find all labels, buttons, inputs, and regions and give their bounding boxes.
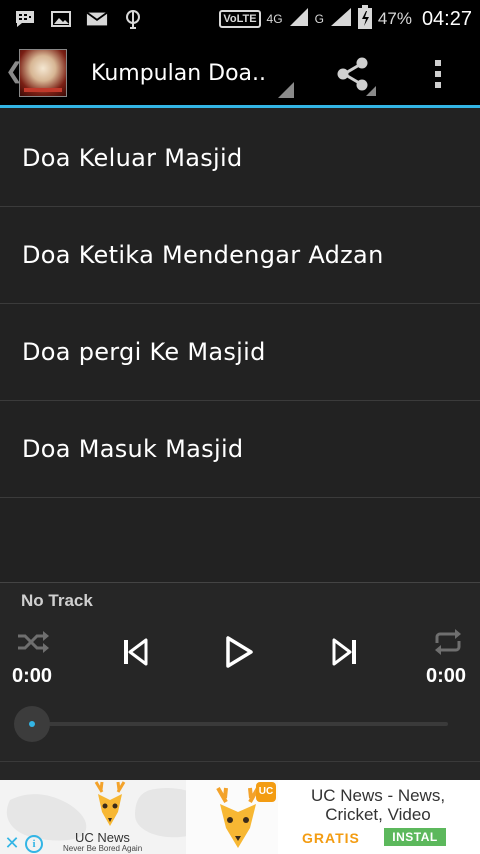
status-bar: VoLTE 4G G 47% 04:27 bbox=[0, 0, 480, 38]
gallery-icon bbox=[50, 9, 72, 29]
track-name: No Track bbox=[21, 591, 93, 610]
play-button[interactable] bbox=[218, 631, 260, 673]
bbm-icon bbox=[14, 9, 36, 29]
next-icon bbox=[332, 638, 356, 666]
uc-badge-icon: UC bbox=[256, 782, 276, 802]
battery-percent: 47% bbox=[377, 9, 412, 28]
previous-icon bbox=[124, 638, 148, 666]
play-icon bbox=[226, 636, 253, 668]
network-type-4g: 4G bbox=[266, 12, 283, 26]
list-item-label: Doa Keluar Masjid bbox=[22, 144, 243, 172]
share-dropdown-indicator-icon bbox=[366, 86, 376, 96]
overflow-menu-icon bbox=[435, 82, 441, 88]
previous-button[interactable] bbox=[116, 633, 154, 671]
info-icon[interactable]: i bbox=[25, 835, 43, 853]
overflow-menu-icon bbox=[435, 60, 441, 66]
share-button[interactable] bbox=[326, 48, 380, 100]
signal-icon bbox=[289, 7, 309, 31]
action-bar: ❮ Kumpulan Doa.. bbox=[0, 38, 480, 108]
audio-player: No Track 0:00 0:00 bbox=[0, 582, 480, 780]
install-button[interactable]: INSTAL bbox=[384, 828, 446, 846]
dropdown-indicator-icon bbox=[278, 82, 294, 98]
list-item[interactable]: Doa Ketika Mendengar Adzan bbox=[0, 207, 480, 304]
ad-title-line1: UC News - News, bbox=[310, 786, 446, 805]
close-icon[interactable]: ✕ bbox=[2, 834, 22, 854]
deer-logo-icon bbox=[94, 781, 126, 826]
divider bbox=[0, 761, 480, 762]
app-logo-strip bbox=[24, 88, 62, 92]
overflow-menu-icon bbox=[435, 71, 441, 77]
overflow-menu-button[interactable] bbox=[416, 48, 460, 100]
ad-brand-name: UC News bbox=[75, 830, 130, 845]
seek-bar[interactable] bbox=[32, 722, 448, 726]
shuffle-button[interactable] bbox=[12, 625, 54, 659]
ad-price-label: GRATIS bbox=[302, 830, 360, 846]
seek-indicator bbox=[29, 721, 35, 727]
volte-badge: VoLTE bbox=[219, 10, 261, 28]
sync-icon bbox=[122, 9, 144, 29]
ad-banner[interactable]: UC UC News Never Be Bored Again ✕ i UC N… bbox=[0, 780, 480, 854]
ad-title: UC News - News, Cricket, Video bbox=[278, 786, 478, 824]
mail-icon bbox=[86, 9, 108, 29]
list-item[interactable]: Doa Masuk Masjid bbox=[0, 401, 480, 498]
repeat-icon bbox=[435, 629, 461, 655]
list-item[interactable]: Doa Keluar Masjid bbox=[0, 110, 480, 207]
list-item[interactable]: Doa pergi Ke Masjid bbox=[0, 304, 480, 401]
list-item-label: Doa Masuk Masjid bbox=[22, 435, 244, 463]
list-item-label: Doa pergi Ke Masjid bbox=[22, 338, 266, 366]
ad-brand-tagline: Never Be Bored Again bbox=[63, 844, 143, 853]
title-dropdown[interactable]: Kumpulan Doa.. bbox=[84, 50, 294, 98]
total-duration: 0:00 bbox=[426, 665, 467, 687]
list-item-label: Doa Ketika Mendengar Adzan bbox=[22, 241, 384, 269]
next-button[interactable] bbox=[326, 633, 364, 671]
app-logo[interactable] bbox=[19, 49, 67, 97]
ad-title-line2: Cricket, Video bbox=[325, 805, 431, 824]
page-title: Kumpulan Doa.. bbox=[91, 61, 267, 86]
status-clock: 04:27 bbox=[421, 7, 472, 30]
network-type-g: G bbox=[314, 12, 324, 26]
elapsed-time: 0:00 bbox=[12, 665, 53, 687]
battery-icon bbox=[357, 5, 372, 33]
repeat-button[interactable] bbox=[428, 625, 468, 659]
prayer-list: Doa Keluar Masjid Doa Ketika Mendengar A… bbox=[0, 110, 480, 498]
signal-icon-2 bbox=[330, 7, 352, 31]
shuffle-icon bbox=[18, 631, 49, 653]
seek-thumb[interactable] bbox=[14, 706, 50, 742]
